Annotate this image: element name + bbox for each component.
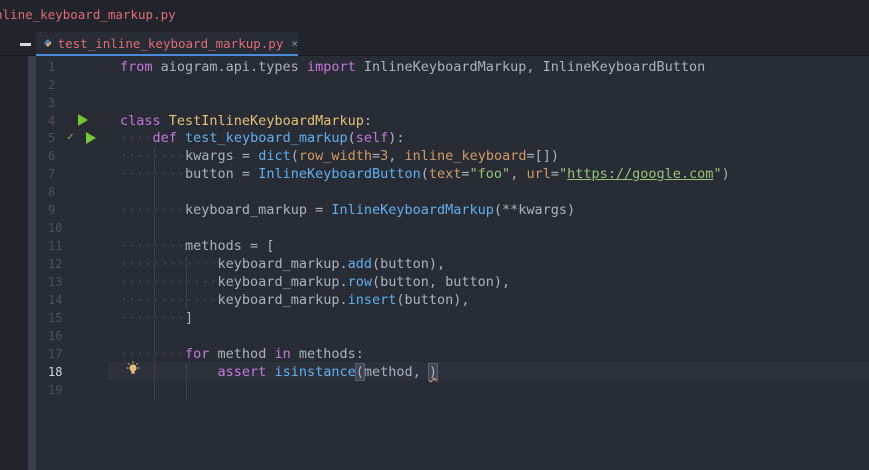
line-number: 4 xyxy=(48,114,56,128)
code-line-14: ············keyboard_markup.insert(butto… xyxy=(120,292,470,308)
code-line-18: assert isinstance(method, ) xyxy=(217,363,439,381)
line-number: 10 xyxy=(48,221,63,235)
code-line-11: ········methods = [ xyxy=(120,238,275,254)
code-line-4: class TestInlineKeyboardMarkup: xyxy=(120,113,372,129)
code-line-12: ············keyboard_markup.add(button), xyxy=(120,256,446,272)
text-cursor: ) xyxy=(427,363,439,381)
line-number: 2 xyxy=(48,78,56,92)
check-icon: ✓ xyxy=(67,130,74,143)
title-bar: nline_keyboard_markup.py xyxy=(0,0,869,32)
line-number: 9 xyxy=(48,203,56,217)
line-number: 17 xyxy=(48,347,63,361)
tool-window-edge[interactable] xyxy=(28,56,36,470)
line-number-current: 18 xyxy=(48,365,63,379)
code-line-5: ····def test_keyboard_markup(self): xyxy=(120,130,405,146)
line-number: 7 xyxy=(48,167,56,181)
minus-icon[interactable] xyxy=(18,36,32,52)
code-line-15: ········] xyxy=(120,310,194,326)
run-icon[interactable] xyxy=(78,114,88,126)
code-editor[interactable]: from aiogram.api.types import InlineKeyb… xyxy=(108,56,869,470)
code-line-7: ········button = InlineKeyboardButton(te… xyxy=(120,166,730,182)
window-file-title: nline_keyboard_markup.py xyxy=(0,7,176,22)
tab-test-inline-keyboard-markup[interactable]: test_inline_keyboard_markup.py × xyxy=(36,32,298,56)
tool-window-strip xyxy=(0,56,28,470)
code-line-6: ········kwargs = dict(row_width=3, inlin… xyxy=(120,148,559,164)
code-line-13: ············keyboard_markup.row(button, … xyxy=(120,274,511,290)
tab-label: test_inline_keyboard_markup.py xyxy=(57,35,284,51)
line-number: 19 xyxy=(48,383,63,397)
line-number: 13 xyxy=(48,275,63,289)
line-number: 12 xyxy=(48,257,63,271)
python-icon xyxy=(44,39,52,47)
code-line-17: ········for method in methods: xyxy=(120,346,364,362)
line-number: 14 xyxy=(48,293,63,307)
tab-bar: test_inline_keyboard_markup.py × xyxy=(0,32,869,56)
line-number: 6 xyxy=(48,149,56,163)
line-number: 8 xyxy=(48,185,56,199)
line-number: 1 xyxy=(48,60,56,74)
close-icon[interactable]: × xyxy=(291,37,298,50)
line-number: 3 xyxy=(48,96,56,110)
line-number-gutter: 1 2 3 4 5 6 7 8 9 10 11 12 13 14 15 16 1… xyxy=(36,56,108,470)
code-line-9: ········keyboard_markup = InlineKeyboard… xyxy=(120,202,576,218)
line-number: 16 xyxy=(48,329,63,343)
line-number: 15 xyxy=(48,311,63,325)
run-icon[interactable] xyxy=(86,132,96,144)
url-link[interactable]: https://google.com xyxy=(567,166,713,182)
code-line-1: from aiogram.api.types import InlineKeyb… xyxy=(120,59,706,75)
line-number: 11 xyxy=(48,239,63,253)
